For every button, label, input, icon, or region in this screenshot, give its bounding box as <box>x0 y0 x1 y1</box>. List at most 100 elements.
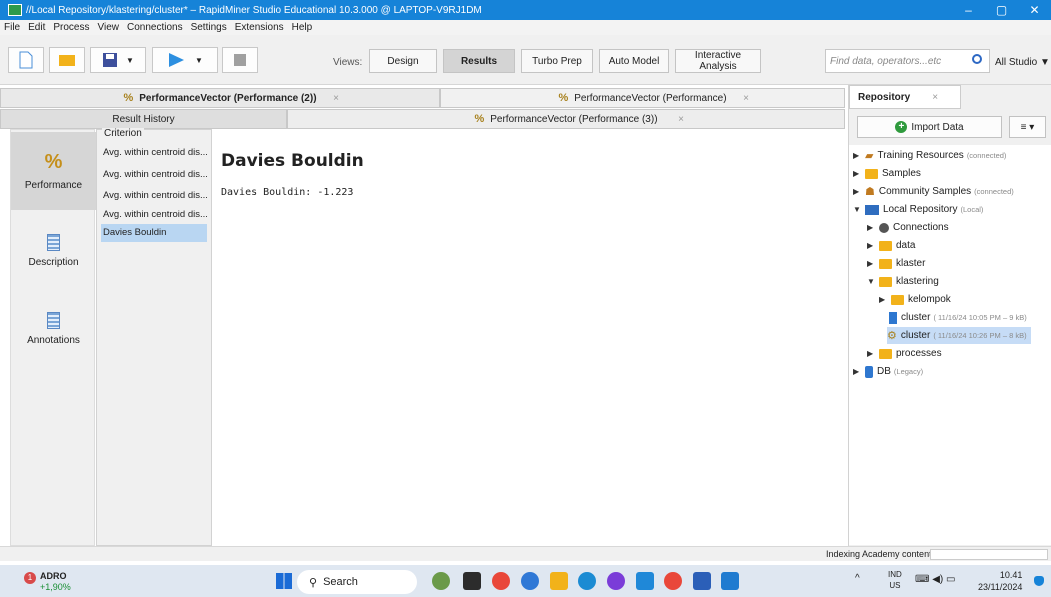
list-item-davies-bouldin[interactable]: Davies Bouldin <box>101 224 207 242</box>
menu-settings[interactable]: Settings <box>191 22 227 33</box>
toolbar: ▼ ▼ Views: Design Results Turbo Prep Aut… <box>0 35 1051 85</box>
nav-description[interactable]: Description <box>11 212 96 290</box>
tree-item-cluster-data[interactable]: cluster ( 11/16/24 10:05 PM – 9 kB) <box>889 309 1027 326</box>
tree-item-training-resources[interactable]: ▶ ▰ Training Resources (connected) <box>853 147 1006 164</box>
edge-icon[interactable] <box>578 572 596 590</box>
search-icon[interactable] <box>972 54 982 64</box>
tree-item-processes[interactable]: ▶ processes <box>867 345 942 362</box>
tab-performance-vector-3[interactable]: % PerformanceVector (Performance (3)) × <box>287 109 845 129</box>
chrome-icon[interactable] <box>492 572 510 590</box>
caret-right-icon[interactable]: ▶ <box>867 241 875 250</box>
menu-extensions[interactable]: Extensions <box>235 22 284 33</box>
task-view-icon[interactable] <box>463 572 481 590</box>
windows-start-icon[interactable] <box>276 573 292 589</box>
stop-button[interactable] <box>222 47 258 73</box>
tab-result-history[interactable]: Result History <box>0 109 287 129</box>
stock-widget[interactable]: 1 ADRO +1,90% <box>20 568 80 594</box>
copilot-icon[interactable] <box>521 572 539 590</box>
tree-item-kelompok[interactable]: ▶ kelompok <box>879 291 951 308</box>
view-tab-interactive-analysis[interactable]: Interactive Analysis <box>675 49 761 73</box>
tree-item-db[interactable]: ▶ DB (Legacy) <box>853 363 923 380</box>
view-tab-design[interactable]: Design <box>369 49 437 73</box>
close-tab-icon[interactable]: × <box>932 92 938 103</box>
menu-file[interactable]: File <box>4 22 20 33</box>
performance-icon: % <box>123 92 134 104</box>
tree-label: processes <box>896 348 942 359</box>
word-icon[interactable] <box>693 572 711 590</box>
tree-item-samples[interactable]: ▶ Samples <box>853 165 921 182</box>
caret-right-icon[interactable]: ▶ <box>853 187 861 196</box>
nav-performance[interactable]: % Performance <box>11 132 96 210</box>
close-tab-icon[interactable]: × <box>333 93 339 104</box>
search-input[interactable]: Find data, operators...etc <box>825 49 990 73</box>
widgets-app-icon[interactable] <box>432 572 450 590</box>
save-button[interactable]: ▼ <box>90 47 146 73</box>
play-icon <box>169 53 185 67</box>
search-scope-dropdown[interactable]: All Studio ▼ <box>995 57 1050 68</box>
caret-right-icon[interactable]: ▶ <box>879 295 887 304</box>
file-explorer-icon[interactable] <box>550 572 568 590</box>
run-button[interactable]: ▼ <box>152 47 218 73</box>
result-tabs-top: % PerformanceVector (Performance (2)) × … <box>0 88 845 108</box>
close-tab-icon[interactable]: × <box>678 114 684 125</box>
minimize-button[interactable]: – <box>952 0 985 20</box>
tray-chevron-icon[interactable]: ^ <box>855 573 860 584</box>
view-tab-turbo-prep[interactable]: Turbo Prep <box>521 49 593 73</box>
chrome-profile-icon[interactable] <box>664 572 682 590</box>
tree-item-local-repository[interactable]: ▼ Local Repository (Local) <box>853 201 983 218</box>
caret-right-icon[interactable]: ▶ <box>853 169 861 178</box>
folder-icon <box>879 348 892 359</box>
vscode-icon[interactable] <box>636 572 654 590</box>
list-item[interactable]: Avg. within centroid dis... <box>101 206 207 224</box>
folder-icon <box>865 168 878 179</box>
system-tray-icons[interactable]: ⌨ ◀) ▭ <box>915 574 955 585</box>
menu-view[interactable]: View <box>97 22 119 33</box>
import-data-button[interactable]: + Import Data <box>857 116 1002 138</box>
tree-item-klastering[interactable]: ▼ klastering <box>867 273 939 290</box>
caret-down-icon[interactable]: ▼ <box>867 277 875 286</box>
notification-bell-icon[interactable] <box>1034 576 1044 586</box>
list-item[interactable]: Avg. within centroid dis... <box>101 187 207 205</box>
language-indicator[interactable]: IND US <box>888 569 902 591</box>
nav-annotations[interactable]: Annotations <box>11 290 96 368</box>
media-player-icon[interactable] <box>607 572 625 590</box>
tree-item-community-samples[interactable]: ▶ ☗ Community Samples (connected) <box>853 183 1014 200</box>
list-item[interactable]: Avg. within centroid dis... <box>101 166 207 184</box>
repository-icon <box>865 204 879 215</box>
chevron-down-icon[interactable]: ▼ <box>126 56 134 65</box>
new-process-button[interactable] <box>8 47 44 73</box>
repository-menu-button[interactable]: ≡ ▾ <box>1009 116 1046 138</box>
plus-icon: + <box>895 121 908 133</box>
rapidminer-taskbar-icon[interactable] <box>721 572 739 590</box>
tree-label: Local Repository <box>883 204 958 215</box>
open-process-button[interactable] <box>49 47 85 73</box>
tab-performance-vector-2[interactable]: % PerformanceVector (Performance (2)) × <box>0 88 440 108</box>
menu-connections[interactable]: Connections <box>127 22 183 33</box>
menu-process[interactable]: Process <box>53 22 89 33</box>
tab-repository[interactable]: Repository × <box>849 85 961 109</box>
clock[interactable]: 10.41 23/11/2024 <box>978 569 1022 593</box>
tree-item-cluster-process[interactable]: ⚙ cluster ( 11/16/24 10:26 PM – 8 kB) <box>887 327 1031 344</box>
tree-item-data[interactable]: ▶ data <box>867 237 915 254</box>
view-tab-results[interactable]: Results <box>443 49 515 73</box>
caret-right-icon[interactable]: ▶ <box>867 223 875 232</box>
folder-icon <box>879 240 892 251</box>
maximize-button[interactable]: ▢ <box>985 0 1018 20</box>
close-button[interactable]: ✕ <box>1018 0 1051 20</box>
menu-edit[interactable]: Edit <box>28 22 45 33</box>
menu-help[interactable]: Help <box>292 22 313 33</box>
tree-item-connections[interactable]: ▶ Connections <box>867 219 949 236</box>
caret-down-icon[interactable]: ▼ <box>853 205 861 214</box>
caret-right-icon[interactable]: ▶ <box>867 349 875 358</box>
tree-label: cluster <box>900 330 931 341</box>
close-tab-icon[interactable]: × <box>743 93 749 104</box>
list-item[interactable]: Avg. within centroid dis... <box>101 144 207 162</box>
caret-right-icon[interactable]: ▶ <box>867 259 875 268</box>
view-tab-auto-model[interactable]: Auto Model <box>599 49 669 73</box>
caret-right-icon[interactable]: ▶ <box>853 367 861 376</box>
caret-right-icon[interactable]: ▶ <box>853 151 861 160</box>
taskbar-search[interactable]: ⚲ Search <box>297 570 417 594</box>
tab-performance-vector[interactable]: % PerformanceVector (Performance) × <box>440 88 845 108</box>
tree-item-klaster[interactable]: ▶ klaster <box>867 255 925 272</box>
chevron-down-icon[interactable]: ▼ <box>195 56 203 65</box>
